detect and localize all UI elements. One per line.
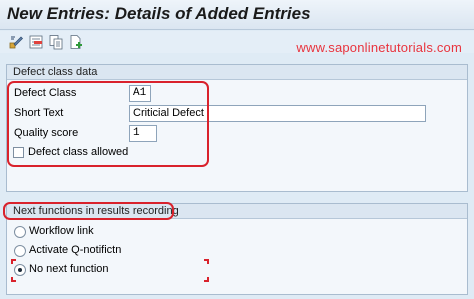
- copy-icon: [49, 35, 63, 50]
- highlight-corner-bottom-right: [204, 277, 209, 282]
- no-next-function-radio[interactable]: [14, 264, 26, 276]
- highlight-corner-top-left: [11, 259, 16, 264]
- new-document-icon: [70, 35, 82, 49]
- defect-class-allowed-checkbox[interactable]: [13, 147, 24, 158]
- display-change-button[interactable]: [8, 34, 24, 50]
- title-bar: New Entries: Details of Added Entries: [0, 0, 474, 30]
- quality-score-label: Quality score: [14, 127, 79, 139]
- display-change-icon: [9, 36, 23, 49]
- delete-icon: [29, 35, 43, 49]
- short-text-field[interactable]: Criticial Defect: [129, 105, 426, 122]
- defect-class-allowed-label: Defect class allowed: [28, 146, 129, 158]
- quality-score-field[interactable]: 1: [129, 125, 157, 142]
- window-title: New Entries: Details of Added Entries: [7, 4, 311, 23]
- defect-class-label: Defect Class: [14, 87, 77, 99]
- activate-q-notification-radio[interactable]: [14, 245, 26, 257]
- new-document-button[interactable]: [68, 34, 84, 50]
- next-functions-group-heading: Next functions in results recording: [7, 204, 467, 219]
- delete-button[interactable]: [28, 34, 44, 50]
- workflow-link-label: Workflow link: [29, 225, 94, 237]
- activate-q-notification-label: Activate Q-notifictn: [29, 244, 122, 256]
- short-text-label: Short Text: [14, 107, 64, 119]
- defect-class-field[interactable]: A1: [129, 85, 151, 102]
- watermark-text: www.saponlinetutorials.com: [296, 40, 462, 55]
- copy-button[interactable]: [48, 34, 64, 50]
- highlight-corner-bottom-left: [11, 277, 16, 282]
- workflow-link-radio[interactable]: [14, 226, 26, 238]
- no-next-function-label: No next function: [29, 263, 109, 275]
- defect-class-group-heading: Defect class data: [7, 65, 467, 80]
- highlight-corner-top-right: [204, 259, 209, 264]
